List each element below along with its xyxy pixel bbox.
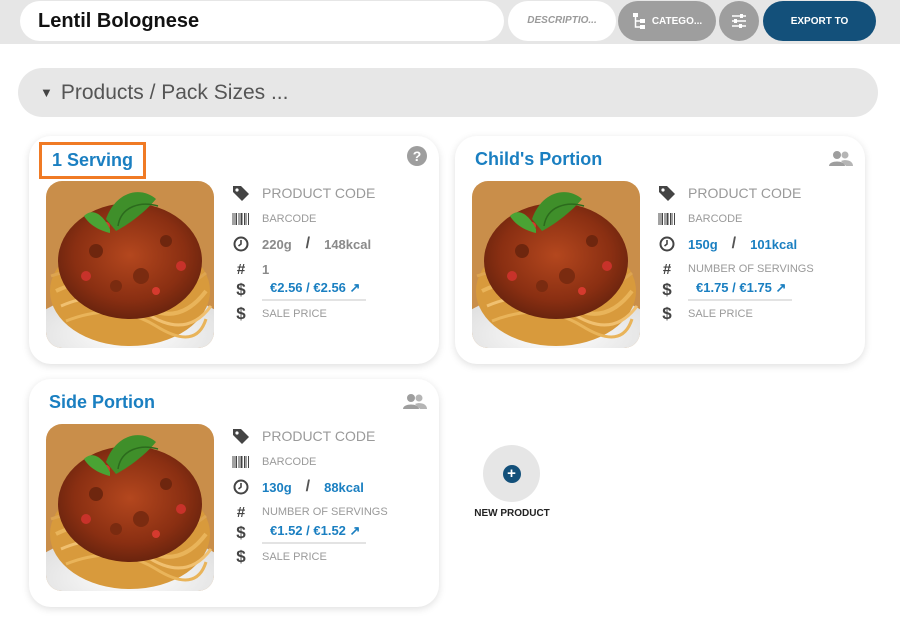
export-button[interactable]: EXPORT TO xyxy=(763,1,876,41)
export-label: EXPORT TO xyxy=(790,15,849,27)
new-product-button[interactable]: + xyxy=(483,445,540,502)
description-field[interactable]: DESCRIPTIO... xyxy=(508,1,616,41)
filter-button[interactable] xyxy=(719,1,759,41)
energy-value[interactable]: 88kcal xyxy=(324,480,364,495)
hash-icon: # xyxy=(662,260,672,278)
category-tree-icon xyxy=(632,13,645,29)
dollar-icon: $ xyxy=(236,523,246,542)
svg-text:?: ? xyxy=(413,148,422,164)
category-label: CATEGO... xyxy=(651,15,703,27)
weight-value[interactable]: 130g xyxy=(262,480,292,495)
help-icon[interactable]: ? xyxy=(407,146,427,171)
tag-icon xyxy=(232,185,250,201)
energy-value[interactable]: 148kcal xyxy=(324,237,371,252)
barcode-field[interactable]: BARCODE xyxy=(688,213,742,225)
clock-icon xyxy=(658,236,676,252)
product-code-field[interactable]: PRODUCT CODE xyxy=(688,185,801,201)
price-value[interactable]: €2.56 / €2.56 ↗ xyxy=(262,280,367,301)
clock-icon xyxy=(232,479,250,495)
product-image xyxy=(46,424,214,591)
section-title: Products / Pack Sizes ... xyxy=(60,80,289,104)
hash-icon: # xyxy=(236,503,246,521)
dollar-icon: $ xyxy=(662,280,672,299)
price-value[interactable]: €1.52 / €1.52 ↗ xyxy=(262,523,367,544)
caret-down-icon: ▼ xyxy=(40,85,53,100)
plus-icon: + xyxy=(502,464,521,483)
product-card[interactable]: Child's Portion PRODUCT CODE BARCODE 150… xyxy=(455,136,865,364)
top-toolbar: Lentil Bolognese DESCRIPTIO... CATEGO...… xyxy=(0,0,900,44)
barcode-field[interactable]: BARCODE xyxy=(262,213,316,225)
product-code-field[interactable]: PRODUCT CODE xyxy=(262,185,375,201)
hash-icon: # xyxy=(236,260,246,278)
sliders-icon xyxy=(732,14,746,28)
price-value[interactable]: €1.75 / €1.75 ↗ xyxy=(688,280,793,301)
barcode-icon xyxy=(232,456,250,468)
barcode-icon xyxy=(232,213,250,225)
product-title[interactable]: Side Portion xyxy=(49,392,155,413)
barcode-field[interactable]: BARCODE xyxy=(262,456,316,468)
sale-price-field[interactable]: SALE PRICE xyxy=(262,551,327,563)
weight-value[interactable]: 150g xyxy=(688,237,718,252)
energy-value[interactable]: 101kcal xyxy=(750,237,797,252)
servings-field[interactable]: NUMBER OF SERVINGS xyxy=(262,506,388,518)
product-image xyxy=(46,181,214,348)
separator: / xyxy=(305,478,311,495)
separator: / xyxy=(305,235,311,252)
clock-icon xyxy=(232,236,250,252)
dollar-icon: $ xyxy=(236,547,246,566)
users-icon[interactable] xyxy=(403,393,427,414)
servings-value[interactable]: 1 xyxy=(262,262,269,277)
product-card[interactable]: 1 Serving ? PRODUCT CODE BARCODE 220g / xyxy=(29,136,439,364)
product-code-field[interactable]: PRODUCT CODE xyxy=(262,428,375,444)
dollar-icon: $ xyxy=(236,304,246,323)
product-title[interactable]: Child's Portion xyxy=(475,149,602,170)
barcode-icon xyxy=(658,213,676,225)
product-title[interactable]: 1 Serving xyxy=(39,142,147,179)
products-section-header[interactable]: ▼ Products / Pack Sizes ... xyxy=(18,68,878,117)
recipe-name-field[interactable]: Lentil Bolognese xyxy=(20,1,504,41)
sale-price-field[interactable]: SALE PRICE xyxy=(688,308,753,320)
product-image xyxy=(472,181,640,348)
product-card[interactable]: Side Portion PRODUCT CODE BARCODE 130g /… xyxy=(29,379,439,607)
dollar-icon: $ xyxy=(236,280,246,299)
new-product-label[interactable]: NEW PRODUCT xyxy=(452,508,572,519)
tag-icon xyxy=(232,428,250,444)
sale-price-field[interactable]: SALE PRICE xyxy=(262,308,327,320)
tag-icon xyxy=(658,185,676,201)
servings-field[interactable]: NUMBER OF SERVINGS xyxy=(688,263,814,275)
weight-value[interactable]: 220g xyxy=(262,237,292,252)
dollar-icon: $ xyxy=(662,304,672,323)
separator: / xyxy=(731,235,737,252)
category-button[interactable]: CATEGO... xyxy=(618,1,716,41)
users-icon[interactable] xyxy=(829,150,853,171)
